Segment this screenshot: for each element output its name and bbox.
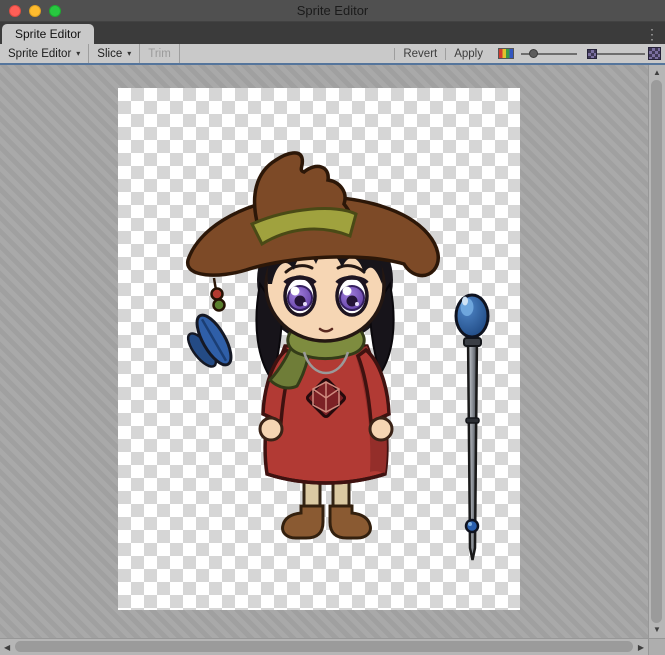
horizontal-scrollbar[interactable]: ◀ ▶ [0, 638, 648, 655]
horizontal-scrollbar-thumb[interactable] [15, 641, 633, 652]
scroll-left-icon[interactable]: ◀ [4, 644, 10, 652]
mip-slider-thumb-icon[interactable] [587, 49, 597, 59]
trim-label: Trim [148, 48, 171, 60]
rgb-alpha-toggle-icon[interactable] [498, 48, 514, 59]
sprite-editor-mode-label: Sprite Editor [8, 48, 71, 60]
tab-strip: Sprite Editor ⋮ [0, 22, 665, 44]
trim-button: Trim [140, 44, 180, 63]
kebab-menu-icon[interactable]: ⋮ [645, 24, 659, 44]
mip-level-icon [648, 47, 661, 60]
sprite-sheet [118, 88, 520, 610]
apply-label: Apply [454, 48, 483, 60]
slice-label: Slice [97, 48, 122, 60]
slice-dropdown[interactable]: Slice ▾ [89, 44, 140, 63]
revert-label: Revert [403, 48, 437, 60]
scroll-down-icon[interactable]: ▼ [653, 626, 661, 634]
mip-slider-track[interactable] [597, 53, 645, 55]
character-sprite[interactable] [183, 153, 438, 538]
vertical-scrollbar-thumb[interactable] [651, 80, 662, 623]
zoom-slider[interactable] [521, 44, 577, 63]
texture-canvas[interactable] [118, 88, 520, 610]
zoom-slider-thumb[interactable] [529, 49, 538, 58]
vertical-scrollbar[interactable]: ▲ ▼ [648, 65, 665, 638]
chevron-down-icon: ▾ [76, 49, 80, 58]
tab-label: Sprite Editor [15, 27, 81, 41]
scroll-right-icon[interactable]: ▶ [638, 644, 644, 652]
staff-sprite[interactable] [456, 295, 488, 560]
scroll-up-icon[interactable]: ▲ [653, 69, 661, 77]
mip-slider[interactable] [597, 44, 645, 63]
toolbar-right-group: Revert Apply [394, 44, 665, 63]
tab-sprite-editor[interactable]: Sprite Editor [2, 24, 94, 44]
sprite-editor-mode-dropdown[interactable]: Sprite Editor ▾ [0, 44, 89, 63]
window-title: Sprite Editor [0, 0, 665, 22]
apply-button[interactable]: Apply [445, 48, 491, 60]
chevron-down-icon: ▾ [127, 49, 131, 58]
scrollbar-corner [648, 638, 665, 655]
titlebar[interactable]: Sprite Editor [0, 0, 665, 22]
toolbar: Sprite Editor ▾ Slice ▾ Trim Revert Appl… [0, 44, 665, 63]
revert-button[interactable]: Revert [394, 48, 445, 60]
texture-viewport[interactable] [0, 65, 648, 638]
sprite-editor-window: Sprite Editor Sprite Editor ⋮ Sprite Edi… [0, 0, 665, 655]
